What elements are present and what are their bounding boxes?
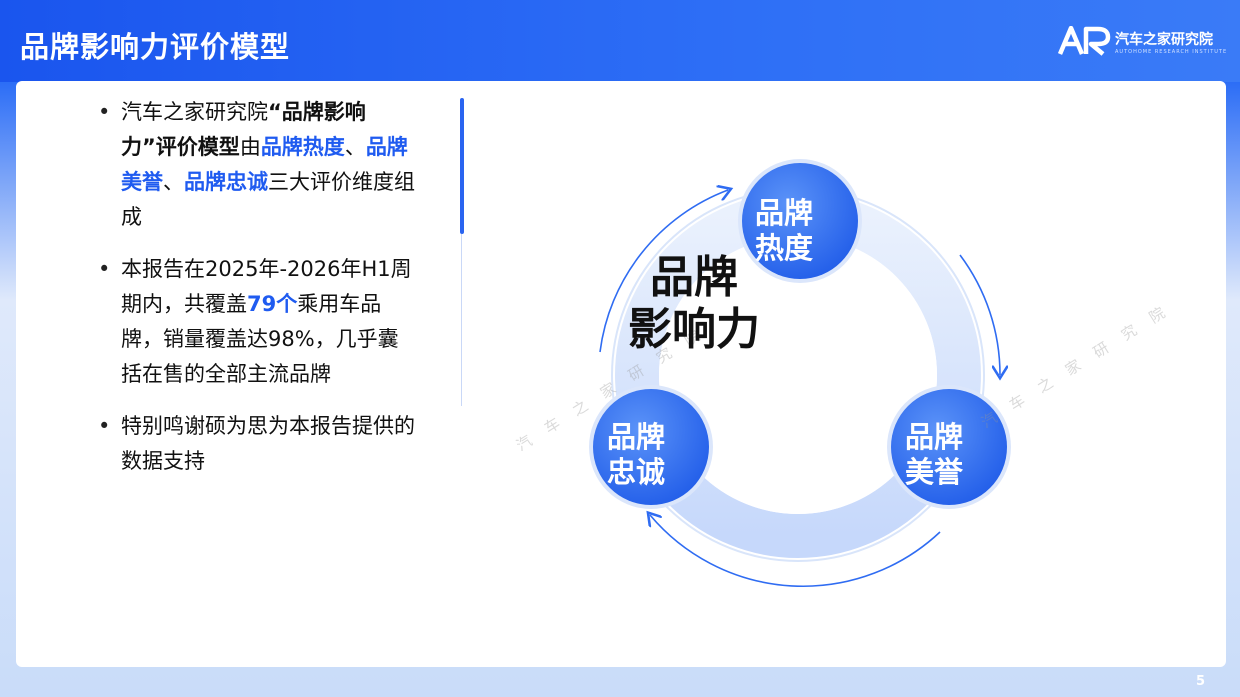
bullet-highlight: 79个	[247, 292, 298, 316]
bullet-text: 由	[239, 135, 261, 159]
node-brand-loyalty: 品牌 忠诚	[576, 420, 696, 490]
node-top-line1: 品牌	[754, 196, 813, 230]
bullet-item: 本报告在2025年-2026年H1周期内，共覆盖79个乘用车品牌，销量覆盖达98…	[96, 252, 416, 392]
bullet-highlight: 品牌热度	[260, 135, 345, 159]
node-brand-heat: 品牌 热度	[724, 196, 844, 266]
header-bar: 品牌影响力评价模型 汽车之家研究院 AUTOHOME RESEARCH INST…	[0, 0, 1240, 82]
bullet-text: 特别鸣谢硕为思为本报告提供的数据支持	[121, 414, 415, 473]
bullet-list: 汽车之家研究院“品牌影响力”评价模型由品牌热度、品牌美誉、品牌忠诚三大评价维度组…	[96, 95, 416, 496]
page-title: 品牌影响力评价模型	[20, 30, 291, 64]
divider-line	[461, 234, 462, 406]
node-left-line1: 品牌	[606, 420, 665, 454]
bullet-text: 汽车之家研究院	[121, 100, 268, 124]
divider-accent	[460, 98, 464, 234]
brand-name: 汽车之家研究院	[1115, 32, 1213, 48]
brand-subtitle: AUTOHOME RESEARCH INSTITUTE	[1115, 49, 1228, 55]
hub-label-line2: 影响力	[628, 304, 760, 355]
node-right-line1: 品牌	[904, 420, 963, 454]
page-number: 5	[1196, 674, 1206, 689]
hub-label: 品牌 影响力	[594, 252, 794, 356]
node-right-line2: 美誉	[904, 455, 963, 489]
bullet-item: 汽车之家研究院“品牌影响力”评价模型由品牌热度、品牌美誉、品牌忠诚三大评价维度组…	[96, 95, 416, 235]
node-left-line2: 忠诚	[606, 455, 665, 489]
bullet-item: 特别鸣谢硕为思为本报告提供的数据支持	[96, 409, 416, 479]
brand-logo: 汽车之家研究院 AUTOHOME RESEARCH INSTITUTE	[1058, 24, 1228, 60]
bullet-highlight: 品牌忠诚	[184, 170, 268, 194]
bullet-text: 、	[163, 170, 184, 194]
node-top-line2: 热度	[754, 231, 813, 265]
brand-mark-icon	[1058, 26, 1111, 56]
bullet-text: 、	[344, 135, 366, 159]
node-brand-reputation: 品牌 美誉	[874, 420, 994, 490]
